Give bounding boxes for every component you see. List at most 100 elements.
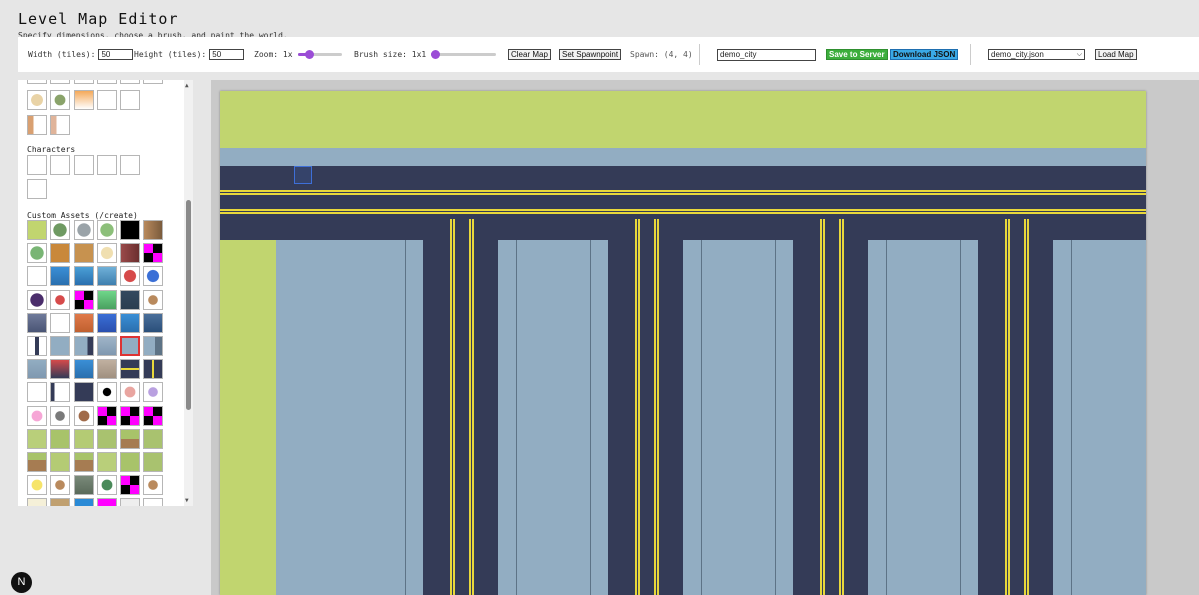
palette-tile[interactable] — [120, 243, 140, 264]
palette-tile[interactable] — [120, 428, 140, 449]
palette-tile[interactable] — [120, 336, 140, 356]
palette-tile[interactable] — [120, 405, 140, 426]
palette-tile[interactable] — [97, 289, 117, 310]
palette-tile[interactable] — [50, 115, 70, 135]
palette-tile[interactable] — [27, 382, 47, 403]
palette-tile[interactable] — [143, 220, 163, 240]
palette-tile[interactable] — [143, 498, 163, 506]
palette-tile[interactable] — [143, 475, 163, 496]
zoom-slider[interactable] — [297, 49, 342, 60]
palette-tile[interactable] — [74, 80, 94, 84]
palette-tile[interactable] — [74, 498, 94, 506]
palette-tile[interactable] — [50, 405, 70, 426]
load-map-button[interactable]: Load Map — [1095, 49, 1137, 60]
palette-tile[interactable] — [27, 498, 47, 506]
palette-tile[interactable] — [74, 475, 94, 496]
palette-tile[interactable] — [50, 475, 70, 496]
palette-tile[interactable] — [27, 80, 47, 84]
palette-tile[interactable] — [143, 382, 163, 403]
palette-tile[interactable] — [97, 382, 117, 403]
palette-tile[interactable] — [50, 428, 70, 449]
palette-tile[interactable] — [143, 80, 163, 84]
palette-tile[interactable] — [50, 359, 70, 380]
palette-tile[interactable] — [120, 382, 140, 403]
palette-tile[interactable] — [27, 115, 47, 135]
palette-scrollbar[interactable]: ▲ ▼ — [184, 80, 193, 506]
palette-tile[interactable] — [50, 336, 70, 356]
palette-tile[interactable] — [120, 80, 140, 84]
palette-tile[interactable] — [50, 243, 70, 264]
palette-tile[interactable] — [27, 475, 47, 496]
palette-tile[interactable] — [143, 312, 163, 333]
palette-tile[interactable] — [97, 155, 117, 175]
palette-tile[interactable] — [143, 405, 163, 426]
zoom-slider-thumb[interactable] — [304, 50, 314, 59]
map-name-input[interactable]: demo_city — [717, 48, 816, 61]
palette-tile[interactable] — [97, 475, 117, 496]
palette-tile[interactable] — [120, 452, 140, 472]
palette-tile[interactable] — [120, 312, 140, 333]
palette-tile[interactable] — [27, 220, 47, 240]
palette-tile[interactable] — [27, 359, 47, 380]
next-logo-icon[interactable]: N — [11, 572, 32, 593]
palette-tile[interactable] — [97, 405, 117, 426]
scroll-up-icon[interactable]: ▲ — [185, 82, 189, 89]
palette-tile[interactable] — [74, 155, 94, 175]
palette-tile[interactable] — [27, 243, 47, 264]
download-json-button[interactable]: Download JSON — [890, 49, 959, 60]
palette-tile[interactable] — [120, 359, 140, 380]
palette-tile[interactable] — [120, 90, 140, 110]
map-select[interactable]: demo_city.json ⌵ — [988, 49, 1085, 60]
palette-tile[interactable] — [97, 359, 117, 380]
palette-tile[interactable] — [120, 266, 140, 287]
width-input[interactable]: 50 — [98, 49, 134, 60]
map-canvas[interactable] — [220, 91, 1146, 595]
palette-tile[interactable] — [143, 359, 163, 380]
palette-tile[interactable] — [74, 428, 94, 449]
palette-tile[interactable] — [143, 452, 163, 472]
palette-tile[interactable] — [50, 155, 70, 175]
palette-tile[interactable] — [50, 220, 70, 240]
palette-tile[interactable] — [97, 452, 117, 472]
palette-tile[interactable] — [143, 243, 163, 264]
palette-tile[interactable] — [74, 243, 94, 264]
palette-tile[interactable] — [120, 220, 140, 240]
palette-tile[interactable] — [97, 312, 117, 333]
palette-tile[interactable] — [143, 266, 163, 287]
palette-tile[interactable] — [27, 428, 47, 449]
palette-tile[interactable] — [97, 243, 117, 264]
palette-tile[interactable] — [50, 80, 70, 84]
set-spawnpoint-button[interactable]: Set Spawnpoint — [559, 49, 622, 60]
palette-tile[interactable] — [143, 289, 163, 310]
palette-tile[interactable] — [120, 289, 140, 310]
palette-tile[interactable] — [27, 289, 47, 310]
palette-tile[interactable] — [27, 266, 47, 287]
palette-tile[interactable] — [50, 498, 70, 506]
palette-tile[interactable] — [143, 336, 163, 356]
palette-tile[interactable] — [120, 498, 140, 506]
palette-tile[interactable] — [50, 382, 70, 403]
palette-tile[interactable] — [97, 336, 117, 356]
palette-tile[interactable] — [74, 382, 94, 403]
palette-tile[interactable] — [74, 266, 94, 287]
brush-slider[interactable] — [431, 49, 497, 60]
palette-tile[interactable] — [74, 405, 94, 426]
palette-tile[interactable] — [143, 428, 163, 449]
scrollbar-thumb[interactable] — [186, 200, 191, 410]
palette-tile[interactable] — [74, 336, 94, 356]
palette-tile[interactable] — [27, 405, 47, 426]
palette-tile[interactable] — [50, 452, 70, 472]
clear-map-button[interactable]: Clear Map — [508, 49, 551, 60]
palette-tile[interactable] — [27, 312, 47, 333]
palette-tile[interactable] — [97, 220, 117, 240]
palette-tile[interactable] — [120, 475, 140, 496]
palette-tile[interactable] — [74, 359, 94, 380]
palette-tile[interactable] — [74, 90, 94, 110]
palette-tile[interactable] — [50, 312, 70, 333]
palette-tile[interactable] — [27, 179, 47, 199]
palette-tile[interactable] — [74, 289, 94, 310]
palette-tile[interactable] — [74, 312, 94, 333]
palette-tile[interactable] — [27, 452, 47, 472]
palette-tile[interactable] — [27, 90, 47, 110]
palette-tile[interactable] — [74, 220, 94, 240]
